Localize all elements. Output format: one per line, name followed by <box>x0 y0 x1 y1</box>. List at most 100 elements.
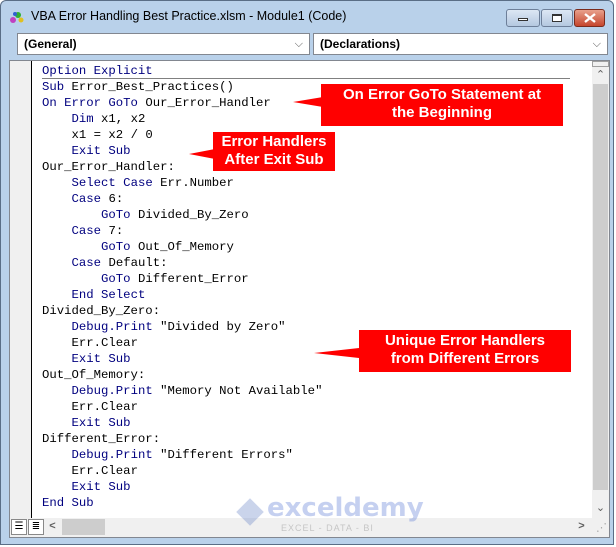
code-text: Out_Of_Memory: <box>42 368 146 382</box>
split-box[interactable] <box>592 61 609 67</box>
code-line[interactable]: GoTo Out_Of_Memory <box>42 239 570 255</box>
code-text: Out_Of_Memory <box>130 240 234 254</box>
code-keyword: Exit Sub <box>71 144 131 158</box>
code-keyword: Case <box>71 224 102 238</box>
code-keyword: Debug.Print <box>71 320 153 334</box>
callout-line: from Different Errors <box>390 350 540 367</box>
code-dropdowns: (General) ⌵ (Declarations) ⌵ <box>11 33 608 57</box>
scroll-left-icon[interactable]: < <box>44 520 61 532</box>
callout-unique-handlers: Unique Error Handlers from Different Err… <box>359 330 571 372</box>
code-keyword: Debug.Print <box>71 448 153 462</box>
code-line[interactable]: GoTo Different_Error <box>42 271 570 287</box>
code-text: Err.Clear <box>71 336 138 350</box>
callout-line: After Exit Sub <box>224 151 324 168</box>
code-line[interactable]: GoTo Divided_By_Zero <box>42 207 570 223</box>
code-keyword: Debug.Print <box>71 384 153 398</box>
code-keyword: Exit Sub <box>71 416 131 430</box>
code-text: 7: <box>101 224 124 238</box>
code-text: Err.Number <box>152 176 234 190</box>
close-button[interactable] <box>574 9 605 27</box>
code-text: Default: <box>101 256 168 270</box>
code-line[interactable]: Divided_By_Zero: <box>42 303 570 319</box>
watermark-tagline: EXCEL - DATA - BI <box>281 523 374 533</box>
code-line[interactable]: Exit Sub <box>42 415 570 431</box>
code-keyword: Sub <box>42 80 65 94</box>
procedure-dropdown-value: (Declarations) <box>320 37 401 51</box>
code-text: Our_Error_Handler <box>137 96 271 110</box>
code-line[interactable]: Select Case Err.Number <box>42 175 570 191</box>
code-keyword: Exit Sub <box>71 480 131 494</box>
vertical-scrollbar[interactable]: ⌃ ⌄ <box>592 61 609 519</box>
callout-pointer <box>293 97 323 107</box>
watermark-brand: exceldemy <box>267 493 424 523</box>
callout-line: Unique Error Handlers <box>384 332 546 349</box>
resize-grip-icon[interactable]: ⋰ <box>593 521 610 534</box>
code-line[interactable]: Err.Clear <box>42 399 570 415</box>
full-module-view-icon: ≣ <box>31 521 41 532</box>
callout-line: On Error GoTo Statement at <box>342 86 542 103</box>
code-keyword: End Sub <box>42 496 94 510</box>
code-line[interactable]: Err.Clear <box>42 463 570 479</box>
code-text: Our_Error_Handler: <box>42 160 175 174</box>
code-line[interactable]: Debug.Print "Memory Not Available" <box>42 383 570 399</box>
code-text: Different_Error: <box>42 432 161 446</box>
callout-pointer <box>314 348 359 358</box>
code-line[interactable]: Case 7: <box>42 223 570 239</box>
code-text: x1, x2 <box>93 112 146 126</box>
full-module-view-button[interactable]: ≣ <box>28 519 44 535</box>
object-dropdown[interactable]: (General) ⌵ <box>17 33 310 55</box>
code-line[interactable]: Debug.Print "Different Errors" <box>42 447 570 463</box>
minimize-icon <box>518 18 528 21</box>
code-text: Divided_By_Zero <box>130 208 249 222</box>
vertical-scroll-thumb[interactable] <box>593 84 608 490</box>
object-dropdown-value: (General) <box>24 37 77 51</box>
code-text: Err.Clear <box>71 464 138 478</box>
code-pane[interactable]: Option Explicit Sub Error_Best_Practices(… <box>42 63 570 511</box>
code-text: "Memory Not Available" <box>152 384 323 398</box>
code-text: Different_Error <box>130 272 249 286</box>
code-keyword: GoTo <box>101 272 131 286</box>
code-keyword: Case <box>71 192 102 206</box>
code-keyword: Dim <box>71 112 94 126</box>
vba-project-icon <box>10 12 24 23</box>
title-bar[interactable]: VBA Error Handling Best Practice.xlsm - … <box>1 1 613 31</box>
procedure-dropdown[interactable]: (Declarations) ⌵ <box>313 33 608 55</box>
callout-line: the Beginning <box>392 104 492 121</box>
code-keyword: GoTo <box>101 240 131 254</box>
code-text: x1 = x2 / 0 <box>71 128 153 142</box>
restore-button[interactable] <box>541 9 573 27</box>
code-line[interactable]: End Select <box>42 287 570 303</box>
code-keyword: Select Case <box>71 176 153 190</box>
procedure-view-button[interactable]: ☰ <box>11 519 27 535</box>
vbe-code-window: VBA Error Handling Best Practice.xlsm - … <box>0 0 614 545</box>
code-keyword: On Error GoTo <box>42 96 138 110</box>
code-line[interactable]: Different_Error: <box>42 431 570 447</box>
restore-icon <box>552 14 562 22</box>
code-text: Divided_By_Zero: <box>42 304 161 318</box>
scroll-right-icon[interactable]: > <box>573 520 590 532</box>
code-line[interactable]: Case 6: <box>42 191 570 207</box>
code-line[interactable]: Case Default: <box>42 255 570 271</box>
code-keyword: End Select <box>71 288 146 302</box>
margin-indicator-bar[interactable] <box>10 61 32 519</box>
code-keyword: Case <box>71 256 102 270</box>
code-keyword: Option Explicit <box>42 64 153 78</box>
minimize-button[interactable] <box>506 9 540 27</box>
scroll-down-icon[interactable]: ⌄ <box>592 501 609 514</box>
callout-pointer <box>189 149 215 159</box>
scroll-up-icon[interactable]: ⌃ <box>592 68 609 81</box>
code-text: "Different Errors" <box>152 448 293 462</box>
code-keyword: Exit Sub <box>71 352 131 366</box>
chevron-down-icon: ⌵ <box>294 38 303 50</box>
code-text: Error_Best_Practices() <box>64 80 234 94</box>
window-title: VBA Error Handling Best Practice.xlsm - … <box>31 9 347 23</box>
code-keyword: GoTo <box>101 208 131 222</box>
code-text: Err.Clear <box>71 400 138 414</box>
callout-on-error-goto: On Error GoTo Statement at the Beginning <box>321 84 563 126</box>
horizontal-scroll-thumb[interactable] <box>62 519 105 535</box>
code-line[interactable]: Option Explicit <box>42 63 570 79</box>
callout-error-handlers: Error Handlers After Exit Sub <box>213 132 335 171</box>
callout-line: Error Handlers <box>221 133 327 150</box>
procedure-view-icon: ☰ <box>14 521 24 532</box>
chevron-down-icon: ⌵ <box>592 38 601 50</box>
